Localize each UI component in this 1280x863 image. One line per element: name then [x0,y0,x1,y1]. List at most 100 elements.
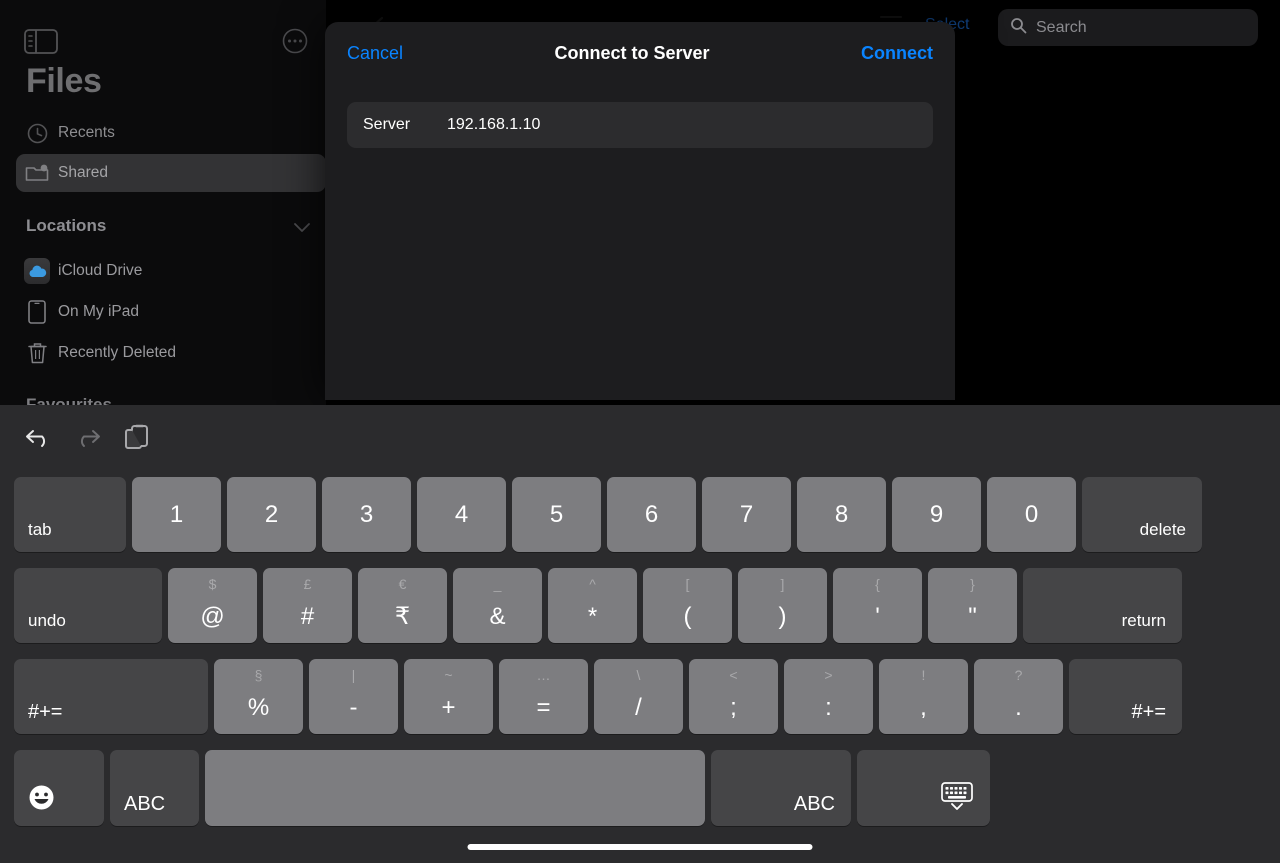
key-label: 2 [264,500,279,528]
key-secondary-label: § [254,667,263,683]
key-emoji[interactable] [14,750,104,826]
key-label: . [1015,694,1022,721]
key-secondary-label: [ [685,576,690,592]
keyboard-shortcut-bar [0,405,1280,467]
key-*[interactable]: ^ * [548,568,637,643]
key-@[interactable]: $ @ [168,568,257,643]
search-placeholder: Search [1036,18,1087,36]
paste-icon[interactable] [120,421,154,453]
key-undo[interactable]: undo [14,568,162,643]
key-label: * [587,603,598,630]
key-3[interactable]: 3 [322,477,411,552]
locations-header: Locations [26,216,107,235]
dialog-navigation-bar: Cancel Connect to Server Connect [325,22,955,84]
key-'[interactable]: {' [833,568,922,643]
key-+[interactable]: ~ + [404,659,493,734]
ellipsis-circle-icon[interactable] [282,28,308,54]
key-return[interactable]: return [1023,568,1182,643]
key-:[interactable]: >: [784,659,873,734]
key-[interactable]: #+= [1069,659,1182,734]
key-)[interactable]: ]) [738,568,827,643]
key-label: 3 [359,500,374,528]
key-[interactable]: #+= [14,659,208,734]
key-secondary-label: ] [780,576,785,592]
key-label: % [247,694,270,721]
sidebar-item-shared[interactable]: Shared [16,154,326,192]
key-dismiss-keyboard[interactable] [857,750,990,826]
key-abc[interactable]: ABC [711,750,851,826]
key-label: return [1121,611,1166,630]
key-secondary-label: ? [1014,667,1023,683]
key-label: " [968,603,977,630]
key-₹[interactable]: € ₹ [358,568,447,643]
key-secondary-label: ! [921,667,926,683]
key-secondary-label: ~ [444,667,453,683]
key-label: 1 [169,500,184,528]
key-secondary-label: … [536,667,551,683]
key-#[interactable]: £ # [263,568,352,643]
key-&[interactable]: _ & [453,568,542,643]
key-=[interactable]: … = [499,659,588,734]
key-secondary-label: ^ [589,576,596,592]
key-delete[interactable]: delete [1082,477,1202,552]
key-secondary-label: < [729,667,738,683]
key-label: 0 [1024,500,1039,528]
sidebar-item-recently-deleted[interactable]: Recently Deleted [16,334,326,372]
sidebar-item-recents[interactable]: Recents [16,114,326,152]
key-tab[interactable]: tab [14,477,126,552]
key-label: , [920,694,927,721]
key-label: undo [28,611,66,630]
key-.[interactable]: ?. [974,659,1063,734]
key-8[interactable]: 8 [797,477,886,552]
key-/[interactable]: \ / [594,659,683,734]
connect-button[interactable]: Connect [861,43,933,64]
sidebar-item-icloud-drive[interactable]: iCloud Drive [16,252,326,290]
key-%[interactable]: §% [214,659,303,734]
key-"[interactable]: } " [928,568,1017,643]
key-label: ; [730,694,737,721]
dialog-title: Connect to Server [554,42,710,63]
key-([interactable]: [( [643,568,732,643]
sidebar-toolbar [0,12,326,54]
key-secondary-label: { [875,576,880,592]
page-title: Files [26,62,102,100]
search-field[interactable]: Search [998,9,1258,46]
sidebar-item-label: Recently Deleted [58,344,177,361]
key-label: & [489,603,506,630]
key-2[interactable]: 2 [227,477,316,552]
sidebar-item-on-my-ipad[interactable]: On My iPad [16,293,326,331]
key-9[interactable]: 9 [892,477,981,552]
key-label: : [825,694,832,721]
key--[interactable]: | - [309,659,398,734]
undo-icon[interactable] [22,421,56,453]
key-label: 7 [739,500,754,528]
key-6[interactable]: 6 [607,477,696,552]
key-label: 8 [834,500,849,528]
key-4[interactable]: 4 [417,477,506,552]
key-1[interactable]: 1 [132,477,221,552]
key-label: tab [28,520,52,539]
sidebar-toggle-icon[interactable] [24,29,58,54]
key-0[interactable]: 0 [987,477,1076,552]
clock-icon [16,123,58,144]
ipad-screen: Select Search [0,0,1280,863]
key-;[interactable]: <; [689,659,778,734]
redo-icon[interactable] [70,421,104,453]
key-,[interactable]: !, [879,659,968,734]
server-field-row[interactable]: Server [347,102,933,148]
key-label: 4 [454,500,469,528]
key-label: ( [683,603,692,630]
key-7[interactable]: 7 [702,477,791,552]
key-label: ) [778,603,787,630]
chevron-down-icon[interactable] [294,220,310,238]
sidebar-item-label: Shared [58,164,108,181]
trash-icon [16,342,58,364]
key-abc[interactable]: ABC [110,750,199,826]
key-space[interactable] [205,750,705,826]
key-secondary-label: \ [636,667,641,683]
key-5[interactable]: 5 [512,477,601,552]
key-label: - [349,694,358,721]
cancel-button[interactable]: Cancel [347,43,403,64]
key-label: #+= [1131,701,1166,723]
server-input[interactable] [447,116,933,134]
